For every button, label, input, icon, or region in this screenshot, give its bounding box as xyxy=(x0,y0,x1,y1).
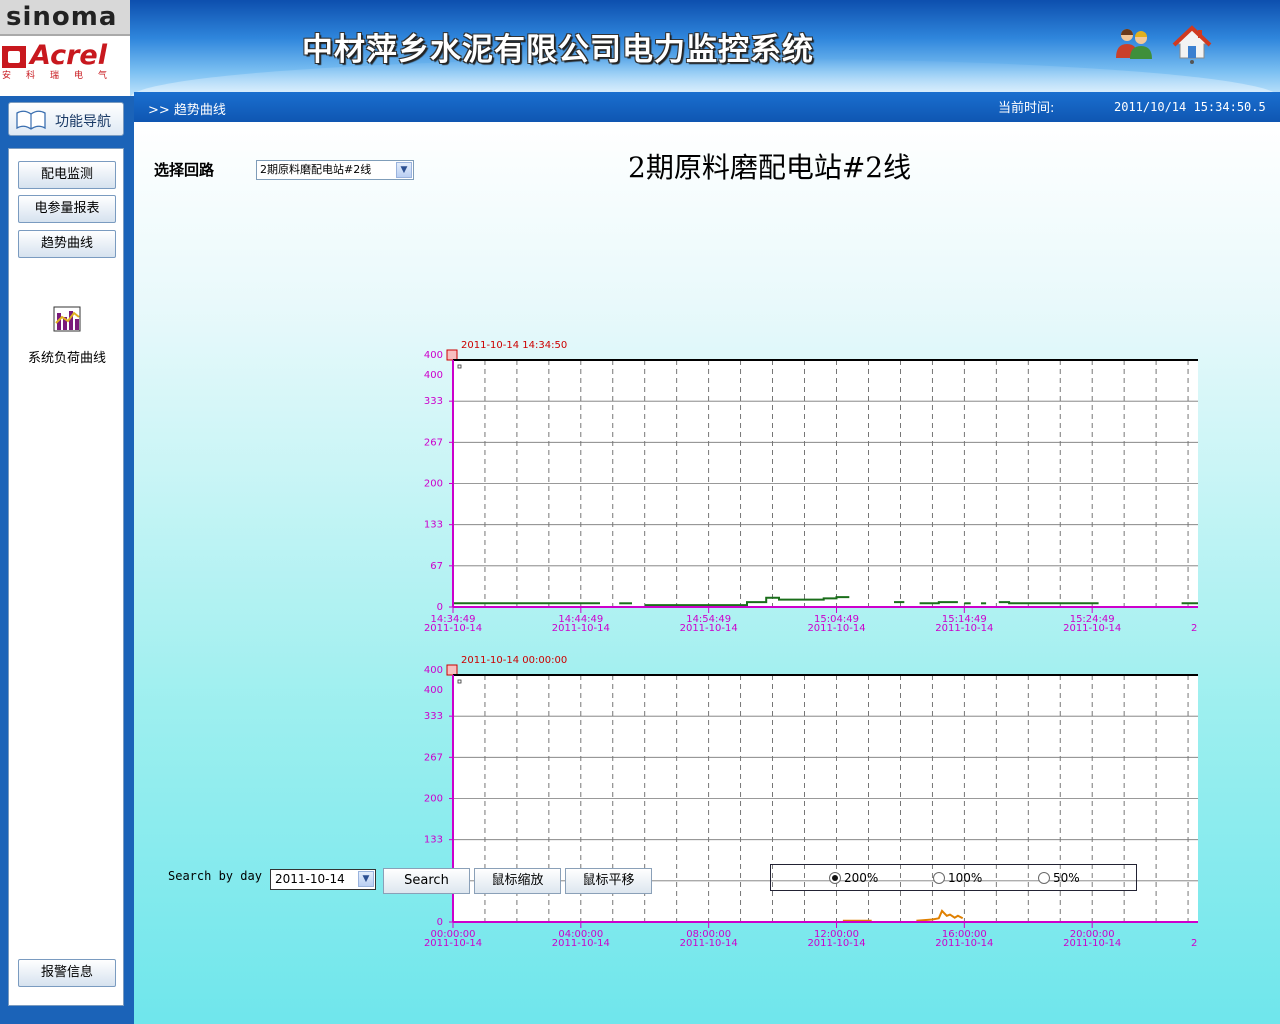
app-header: sinoma Acrel 安科瑞电气 中材萍乡水泥有限公司电力监控系统 xyxy=(0,0,1280,96)
mouse-pan-button[interactable]: 鼠标平移 xyxy=(565,868,652,894)
y-tick-label: 400 xyxy=(424,665,443,676)
x-tick-date: 2011-10-14 xyxy=(424,938,482,949)
current-time-label: 当前时间: xyxy=(998,101,1055,116)
zoom-100-radio[interactable]: 100% xyxy=(933,871,982,885)
y-tick-label: 333 xyxy=(424,711,443,722)
app-title: 中材萍乡水泥有限公司电力监控系统 xyxy=(302,32,814,68)
users-icon[interactable] xyxy=(1114,26,1154,60)
x-tick-date: 2011-10-14 xyxy=(424,623,482,634)
radio-icon xyxy=(1038,872,1050,884)
y-tick-label: 0 xyxy=(437,602,443,613)
x-tick-date: 2011-10-14 xyxy=(680,938,738,949)
x-tick-date: 2011-10-14 xyxy=(807,938,865,949)
y-tick-label: 133 xyxy=(424,520,443,531)
y-tick-label: 400 xyxy=(424,685,443,696)
nav-title: 功能导航 xyxy=(8,102,124,136)
y-tick-label: 0 xyxy=(437,917,443,928)
y-tick-label: 200 xyxy=(424,794,443,805)
zoom-200-label: 200% xyxy=(844,871,879,885)
chart-marker-icon xyxy=(446,349,458,361)
book-icon xyxy=(16,110,46,130)
circuit-select[interactable]: 2期原料磨配电站#2线 ▼ xyxy=(256,160,414,180)
x-tick-date: 2011-10-14 xyxy=(935,623,993,634)
zoom-50-radio[interactable]: 50% xyxy=(1038,871,1080,885)
load-curve-label[interactable]: 系统负荷曲线 xyxy=(9,347,125,366)
y-tick-label: 267 xyxy=(424,752,443,763)
acrel-mark-icon xyxy=(2,46,26,68)
search-button[interactable]: Search xyxy=(383,868,470,894)
breadcrumb: >> 趋势曲线 xyxy=(148,103,226,118)
nav-title-label: 功能导航 xyxy=(55,114,111,130)
nav-distribution-monitor-button[interactable]: 配电监测 xyxy=(18,161,116,189)
x-tick-date: 2011-10-14 xyxy=(552,623,610,634)
sinoma-logo-text: sinoma xyxy=(6,2,118,32)
current-time-value: 2011/10/14 15:34:50.5 xyxy=(1114,100,1266,114)
chevron-down-icon[interactable]: ▼ xyxy=(396,162,412,178)
x-tick-date: 2011-10-14 xyxy=(807,623,865,634)
circuit-select-label: 选择回路 xyxy=(154,161,215,179)
date-select-value: 2011-10-14 xyxy=(275,872,345,886)
zoom-50-label: 50% xyxy=(1053,871,1080,885)
y-tick-label: 67 xyxy=(430,561,443,572)
nav-alarm-button[interactable]: 报警信息 xyxy=(18,959,116,987)
nav-parameter-report-button[interactable]: 电参量报表 xyxy=(18,195,116,223)
search-by-day-label: Search by day xyxy=(168,869,262,883)
chart-start-time: 2011-10-14 14:34:50 xyxy=(461,340,567,351)
acrel-logo-text: Acrel xyxy=(30,40,107,71)
y-tick-label: 267 xyxy=(424,437,443,448)
x-tick-date: 2011-10-14 xyxy=(1191,623,1198,634)
y-tick-label: 200 xyxy=(424,479,443,490)
zoom-radio-group: 200% 100% 50% xyxy=(770,864,1137,891)
x-tick-date: 2011-10-14 xyxy=(552,938,610,949)
home-icon[interactable] xyxy=(1172,24,1212,64)
y-tick-label: 400 xyxy=(424,370,443,381)
date-select[interactable]: 2011-10-14 ▼ xyxy=(270,869,376,890)
chevron-down-icon[interactable]: ▼ xyxy=(358,871,374,887)
y-tick-label: 133 xyxy=(424,835,443,846)
sinoma-logo: sinoma xyxy=(0,0,130,36)
zoom-100-label: 100% xyxy=(948,871,983,885)
status-bar: >> 趋势曲线 当前时间: 2011/10/14 15:34:50.5 xyxy=(134,92,1280,122)
x-tick-date: 2011-10-14 xyxy=(1063,623,1121,634)
circuit-select-value: 2期原料磨配电站#2线 xyxy=(260,163,372,176)
x-tick-date: 2011-10-14 xyxy=(935,938,993,949)
acrel-logo: Acrel 安科瑞电气 xyxy=(0,40,130,81)
main-content: 选择回路 2期原料磨配电站#2线 ▼ 2期原料磨配电站#2线 400 400 333… xyxy=(134,122,1280,1024)
x-tick-date: 2011-10-14 xyxy=(680,623,738,634)
page-title: 2期原料磨配电站#2线 xyxy=(628,151,912,184)
acrel-logo-subtext: 安科瑞电气 xyxy=(2,71,123,81)
load-curve-icon[interactable] xyxy=(53,305,81,333)
x-tick-date: 2011-10-14 xyxy=(1063,938,1121,949)
zoom-200-radio[interactable]: 200% xyxy=(829,871,878,885)
mouse-zoom-button[interactable]: 鼠标缩放 xyxy=(474,868,561,894)
x-tick-date: 2011-10-15 xyxy=(1191,938,1198,949)
y-tick-label: 333 xyxy=(424,396,443,407)
chart-marker-icon xyxy=(446,664,458,676)
chart-start-time: 2011-10-14 00:00:00 xyxy=(461,655,567,666)
y-tick-label: 400 xyxy=(424,350,443,361)
realtime-trend-chart[interactable]: 400 400 333 267 200 133 67 0 2011-10-14 14:34:50… xyxy=(268,334,1198,638)
sidebar: 配电监测 电参量报表 趋势曲线 系统负荷曲线 报警信息 xyxy=(8,148,124,1006)
radio-icon xyxy=(933,872,945,884)
nav-trend-curve-button[interactable]: 趋势曲线 xyxy=(18,230,116,258)
radio-icon xyxy=(829,872,841,884)
daily-trend-chart[interactable]: 4004003332672001336702011-10-14 00:00:00… xyxy=(268,649,1198,953)
logo-area: sinoma Acrel 安科瑞电气 xyxy=(0,0,130,96)
